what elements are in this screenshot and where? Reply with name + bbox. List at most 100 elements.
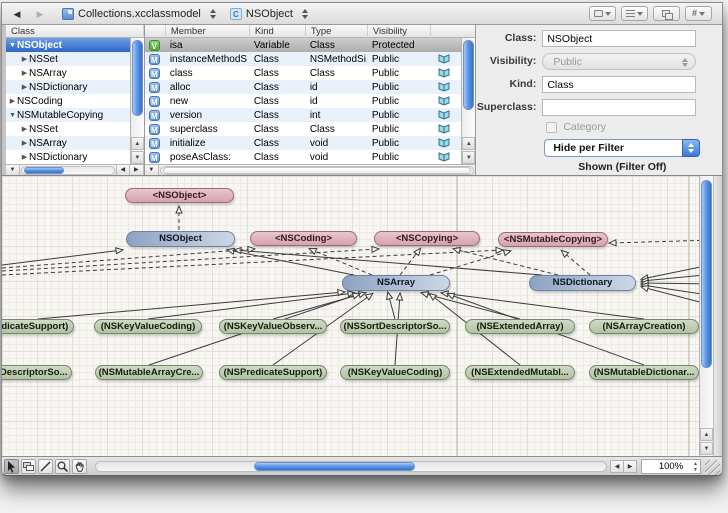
scroll-right-button[interactable]: ▶ bbox=[623, 460, 637, 473]
line-tool-button[interactable] bbox=[38, 459, 53, 474]
type-column-header[interactable]: Type bbox=[306, 25, 368, 38]
category-box[interactable]: (NSSortDescriptorSo... bbox=[340, 319, 450, 334]
protocol-box[interactable]: <NSObject> bbox=[125, 188, 234, 203]
class-list-item[interactable]: ▼NSObject bbox=[6, 38, 131, 52]
disclosure-triangle-icon[interactable]: ▶ bbox=[20, 125, 29, 133]
scroll-up-button[interactable]: ▲ bbox=[131, 137, 144, 150]
class-list-item[interactable]: ▶NSCoding bbox=[6, 94, 131, 108]
documentation-book-icon[interactable] bbox=[438, 123, 452, 135]
member-row[interactable]: M superclassClassClassPublic bbox=[145, 122, 463, 136]
documentation-book-icon[interactable] bbox=[438, 53, 452, 65]
scroll-up-button[interactable]: ▲ bbox=[700, 428, 713, 441]
member-column-header[interactable]: Member bbox=[166, 25, 250, 38]
scroll-right-button[interactable]: ▶ bbox=[130, 165, 144, 175]
disclosure-triangle-icon[interactable]: ▶ bbox=[20, 69, 29, 77]
member-table-vertical-scrollbar[interactable]: ▲ ▼ bbox=[461, 38, 475, 164]
disclosure-triangle-icon[interactable]: ▼ bbox=[8, 112, 17, 119]
visibility-column-header[interactable]: Visibility bbox=[368, 25, 431, 38]
filter-popup[interactable]: Hide per Filter bbox=[544, 139, 700, 157]
category-box[interactable]: (NSKeyValueObserv... bbox=[219, 319, 327, 334]
category-box[interactable]: (NSArrayCreation) bbox=[589, 319, 699, 334]
member-row[interactable]: M newClassidPublic bbox=[145, 94, 463, 108]
class-list-item[interactable]: ▶NSSet bbox=[6, 52, 131, 66]
zoom-level-field[interactable]: 100% ▲▼ bbox=[641, 459, 701, 474]
frame-style-button[interactable] bbox=[589, 6, 616, 21]
category-box[interactable]: (NSMutableDictionar... bbox=[589, 365, 699, 380]
scrollbar-track[interactable] bbox=[21, 166, 115, 175]
scrollbar-thumb[interactable] bbox=[24, 167, 64, 174]
member-row[interactable]: M poseAsClass:ClassvoidPublic bbox=[145, 150, 463, 164]
protocol-box[interactable]: <NSMutableCopying> bbox=[498, 232, 608, 247]
disclosure-triangle-icon[interactable]: ▶ bbox=[20, 153, 29, 161]
disclosure-triangle-icon[interactable]: ▶ bbox=[8, 97, 17, 105]
kind-column-header[interactable]: Kind bbox=[250, 25, 306, 38]
documentation-book-icon[interactable] bbox=[438, 67, 452, 79]
category-box[interactable]: (NSSortDescriptorSo... bbox=[2, 365, 72, 380]
disclosure-triangle-icon[interactable]: ▶ bbox=[20, 55, 29, 63]
hand-tool-button[interactable] bbox=[72, 459, 87, 474]
scrollbar-thumb[interactable] bbox=[254, 462, 415, 471]
visibility-popup[interactable]: Public bbox=[542, 53, 696, 70]
class-list-item[interactable]: ▶NSSet bbox=[6, 122, 131, 136]
forward-button[interactable]: ▶ bbox=[32, 7, 48, 21]
back-button[interactable]: ◀ bbox=[9, 7, 25, 21]
list-options-button[interactable]: ▼ bbox=[145, 165, 159, 175]
category-box[interactable]: (NSKeyValueCoding) bbox=[340, 365, 450, 380]
arrow-tool-button[interactable] bbox=[4, 459, 19, 474]
class-diagram-canvas[interactable]: <NSObject> <NSCoding> <NSCopying> <NSMut… bbox=[2, 175, 722, 456]
zoom-stepper[interactable]: ▲▼ bbox=[693, 461, 698, 473]
documentation-book-icon[interactable] bbox=[438, 81, 452, 93]
diagram-vertical-scrollbar[interactable]: ▲ ▼ bbox=[699, 176, 713, 456]
class-list-item[interactable]: ▶NSArray bbox=[6, 66, 131, 80]
category-checkbox[interactable] bbox=[546, 122, 557, 133]
protocol-box[interactable]: <NSCopying> bbox=[374, 231, 480, 246]
class-list-item[interactable]: ▶NSDictionary bbox=[6, 80, 131, 94]
numbering-button[interactable]: # bbox=[685, 6, 712, 21]
class-box[interactable]: NSDictionary bbox=[529, 275, 636, 291]
scrollbar-thumb[interactable] bbox=[463, 40, 474, 110]
class-list-item[interactable]: ▶NSDictionary bbox=[6, 150, 131, 164]
documentation-book-icon[interactable] bbox=[438, 151, 452, 163]
documentation-book-icon[interactable] bbox=[438, 95, 452, 107]
member-row[interactable]: M classClassClassPublic bbox=[145, 66, 463, 80]
class-list-horizontal-scrollbar[interactable]: ▼ ◀ ▶ bbox=[6, 164, 144, 175]
class-field[interactable] bbox=[542, 30, 696, 47]
category-box[interactable]: (NSPredicateSupport) bbox=[219, 365, 327, 380]
class-list-item[interactable]: ▼NSMutableCopying bbox=[6, 108, 131, 122]
document-popup[interactable]: Collections.xcclassmodel bbox=[62, 8, 216, 20]
scroll-down-button[interactable]: ▼ bbox=[462, 151, 475, 164]
line-style-button[interactable] bbox=[621, 6, 648, 21]
scrollbar-thumb[interactable] bbox=[132, 40, 143, 116]
member-row[interactable]: M initializeClassvoidPublic bbox=[145, 136, 463, 150]
disclosure-triangle-icon[interactable]: ▶ bbox=[20, 83, 29, 91]
class-column-header[interactable]: Class bbox=[6, 25, 144, 38]
scroll-left-button[interactable]: ◀ bbox=[116, 165, 130, 175]
diagram-horizontal-scrollbar[interactable] bbox=[95, 461, 607, 472]
class-list-vertical-scrollbar[interactable]: ▲ ▼ bbox=[130, 38, 144, 164]
scroll-up-button[interactable]: ▲ bbox=[462, 137, 475, 150]
category-box[interactable]: (NSExtendedMutabl... bbox=[465, 365, 575, 380]
shape-tool-button[interactable] bbox=[21, 459, 36, 474]
member-row[interactable]: M versionClassintPublic bbox=[145, 108, 463, 122]
member-row[interactable]: V isaVariableClassProtected bbox=[145, 38, 463, 52]
window-resize-grip[interactable] bbox=[705, 460, 720, 475]
class-box[interactable]: NSObject bbox=[126, 231, 235, 247]
documentation-book-icon[interactable] bbox=[438, 109, 452, 121]
zoom-tool-button[interactable] bbox=[55, 459, 70, 474]
scroll-down-button[interactable]: ▼ bbox=[131, 151, 144, 164]
member-row[interactable]: M instanceMethodSClassNSMethodSiPublic bbox=[145, 52, 463, 66]
class-popup[interactable]: C NSObject bbox=[230, 8, 308, 20]
scrollbar-track[interactable] bbox=[160, 166, 475, 175]
class-list-item[interactable]: ▶NSArray bbox=[6, 136, 131, 150]
disclosure-triangle-icon[interactable]: ▼ bbox=[8, 42, 17, 49]
scroll-left-button[interactable]: ◀ bbox=[610, 460, 624, 473]
class-box[interactable]: NSArray bbox=[342, 275, 450, 291]
category-box[interactable]: (NSKeyValueCoding) bbox=[94, 319, 202, 334]
category-box[interactable]: (NSPredicateSupport) bbox=[2, 319, 74, 334]
list-options-button[interactable]: ▼ bbox=[6, 165, 20, 175]
scroll-down-button[interactable]: ▼ bbox=[700, 442, 713, 455]
duplicate-button[interactable] bbox=[653, 6, 680, 21]
disclosure-triangle-icon[interactable]: ▶ bbox=[20, 139, 29, 147]
member-table-horizontal-scrollbar[interactable]: ▼ bbox=[145, 164, 476, 175]
member-row[interactable]: M allocClassidPublic bbox=[145, 80, 463, 94]
